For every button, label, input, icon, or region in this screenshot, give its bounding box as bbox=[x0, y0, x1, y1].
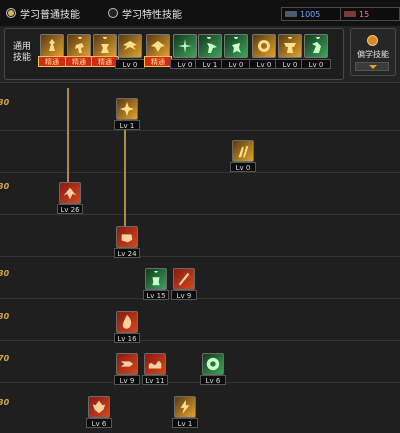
skill-node[interactable]: Lv 0 bbox=[230, 140, 256, 174]
skill-node[interactable]: Lv 9 bbox=[171, 268, 197, 302]
row-level-label: 30 bbox=[0, 312, 10, 321]
mastery-badge: 精通 bbox=[144, 56, 172, 67]
skill-level-label: Lv 0 bbox=[301, 59, 331, 69]
row-level-label: 30 bbox=[0, 269, 10, 278]
sp-value-1: 1005 bbox=[300, 9, 321, 19]
tab-trait-skills-label: 学习特性技能 bbox=[122, 9, 182, 21]
bird-icon bbox=[146, 34, 170, 58]
skill-level-label: Lv 0 bbox=[230, 162, 256, 172]
row-divider bbox=[0, 172, 400, 173]
crosshair-icon bbox=[173, 34, 197, 58]
skill-level-label: Lv 6 bbox=[86, 418, 112, 428]
skill-node[interactable]: Lv 16 bbox=[114, 311, 140, 345]
common-skill-slot[interactable]: Lv 0 bbox=[221, 34, 251, 70]
skill-node[interactable]: Lv 9 bbox=[114, 353, 140, 387]
sp-counter-blue: 1005 bbox=[281, 7, 347, 21]
common-skill-slot[interactable]: Lv 0 bbox=[275, 34, 305, 70]
common-skill-slot[interactable]: Lv 0 bbox=[170, 34, 200, 70]
common-skill-slot[interactable]: 精通 bbox=[91, 34, 119, 70]
fighter-icon bbox=[93, 34, 117, 58]
sp-counter-red: 15 bbox=[340, 7, 400, 21]
skill-node[interactable]: Lv 24 bbox=[114, 226, 140, 260]
row-level-label: 30 bbox=[0, 98, 10, 107]
medal-icon bbox=[252, 34, 276, 58]
skill-level-label: Lv 24 bbox=[114, 248, 140, 258]
skill-node[interactable]: Lv 6 bbox=[86, 396, 112, 430]
row-divider bbox=[0, 340, 400, 341]
lightning-icon bbox=[174, 396, 196, 418]
spin-icon bbox=[202, 353, 224, 375]
row-level-label: 30 bbox=[0, 398, 10, 407]
skill-level-label: Lv 26 bbox=[57, 204, 83, 214]
prerequisite-line bbox=[124, 120, 126, 228]
dash-icon bbox=[116, 353, 138, 375]
slash-icon bbox=[173, 268, 195, 290]
skill-node[interactable]: Lv 6 bbox=[200, 353, 226, 387]
leap-icon bbox=[304, 34, 328, 58]
skill-level-label: Lv 1 bbox=[114, 120, 140, 130]
sp-tag-icon bbox=[285, 11, 297, 17]
skill-node[interactable]: Lv 1 bbox=[172, 396, 198, 430]
burst-icon bbox=[116, 98, 138, 120]
radio-checked-icon bbox=[6, 8, 16, 18]
skill-level-label: Lv 11 bbox=[142, 375, 168, 385]
top-bar: 学习普通技能 学习特性技能 1005 15 bbox=[0, 0, 400, 26]
common-skill-slot[interactable]: Lv 1 bbox=[195, 34, 225, 70]
tab-normal-skills-label: 学习普通技能 bbox=[20, 9, 80, 21]
common-skill-slot[interactable]: 精通 bbox=[144, 34, 172, 70]
common-skill-slot[interactable]: Lv 0 bbox=[115, 34, 145, 70]
wave-icon bbox=[144, 353, 166, 375]
mastery-badge: 精通 bbox=[65, 56, 93, 67]
rage-icon bbox=[88, 396, 110, 418]
wings-icon bbox=[118, 34, 142, 58]
sp-value-2: 15 bbox=[359, 9, 370, 19]
bias-skill-label: 偏学技能 bbox=[357, 50, 389, 59]
skill-level-label: Lv 15 bbox=[143, 290, 169, 300]
skill-tree: 30 30 30 30 70 30 Lv 1 Lv 0 Lv 26 Lv 24 Lv 1… bbox=[0, 84, 400, 433]
skill-level-label: Lv 0 bbox=[115, 59, 145, 69]
mastery-badge: 精通 bbox=[38, 56, 66, 67]
skill-node[interactable]: Lv 11 bbox=[142, 353, 168, 387]
runner-icon bbox=[67, 34, 91, 58]
figure-icon bbox=[145, 268, 167, 290]
row-divider bbox=[0, 130, 400, 131]
prerequisite-line bbox=[67, 88, 69, 184]
common-skills-label: 通用技能 bbox=[12, 42, 31, 63]
warrior-icon bbox=[40, 34, 64, 58]
jump-icon bbox=[224, 34, 248, 58]
bias-skill-button[interactable]: 偏学技能 bbox=[350, 28, 396, 76]
tp-tag-icon bbox=[344, 11, 356, 17]
row-level-label: 70 bbox=[0, 354, 10, 363]
row-divider bbox=[0, 298, 400, 299]
skill-node[interactable]: Lv 26 bbox=[57, 182, 83, 216]
row-divider bbox=[0, 256, 400, 257]
common-skill-slot[interactable]: 精通 bbox=[38, 34, 66, 70]
skill-level-label: Lv 6 bbox=[200, 375, 226, 385]
common-skill-slot[interactable]: 精通 bbox=[65, 34, 93, 70]
flame-icon bbox=[116, 311, 138, 333]
bias-skill-icon bbox=[367, 35, 378, 46]
radio-unchecked-icon bbox=[108, 8, 118, 18]
row-level-label: 30 bbox=[0, 182, 10, 191]
claw-icon bbox=[232, 140, 254, 162]
fist-icon bbox=[116, 226, 138, 248]
skill-level-label: Lv 1 bbox=[172, 418, 198, 428]
skill-node[interactable]: Lv 15 bbox=[143, 268, 169, 302]
common-skill-slot[interactable]: Lv 0 bbox=[301, 34, 331, 70]
muscle-icon bbox=[278, 34, 302, 58]
skill-level-label: Lv 9 bbox=[114, 375, 140, 385]
common-skill-slot[interactable]: Lv 0 bbox=[249, 34, 279, 70]
skill-node[interactable]: Lv 1 bbox=[114, 98, 140, 132]
skill-level-label: Lv 0 bbox=[221, 59, 251, 69]
tab-trait-skills[interactable]: 学习特性技能 bbox=[108, 5, 182, 21]
skill-level-label: Lv 9 bbox=[171, 290, 197, 300]
skill-level-label: Lv 16 bbox=[114, 333, 140, 343]
common-skills-panel: 通用技能 精通 精通 精通 Lv 0 精通 Lv 0 Lv 1 Lv 0 Lv 0 Lv 0 Lv … bbox=[0, 26, 400, 83]
dropdown-arrow-icon[interactable] bbox=[355, 62, 389, 71]
phoenix-icon bbox=[59, 182, 81, 204]
tab-normal-skills[interactable]: 学习普通技能 bbox=[6, 5, 80, 21]
kick-icon bbox=[198, 34, 222, 58]
